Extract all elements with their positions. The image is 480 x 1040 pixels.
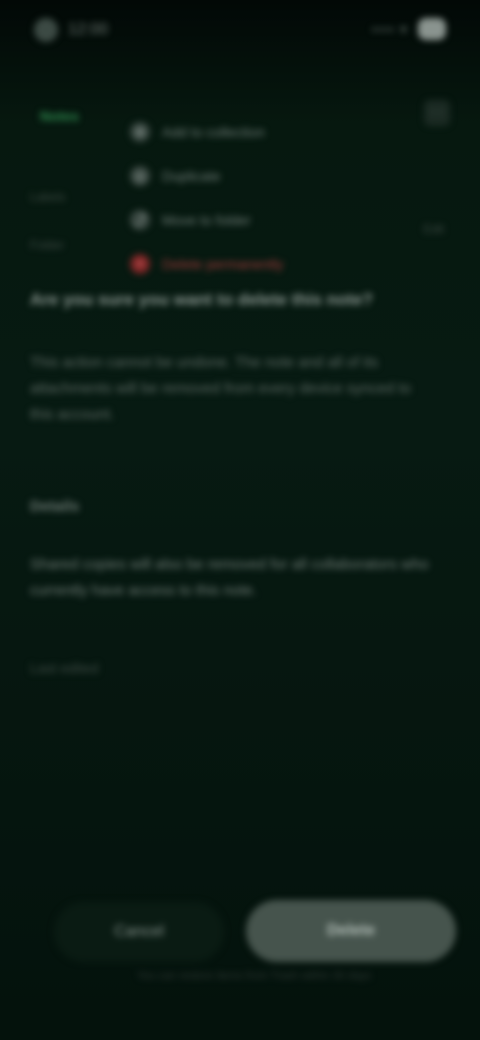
blurred-content: 12:00 •••• ▾ Notes Labels Folder ⋯ Edit … [0, 0, 480, 1040]
profile-icon [34, 18, 58, 42]
duplicate-icon: ◎ [130, 166, 150, 186]
status-bar: 12:00 •••• ▾ [0, 10, 480, 46]
menu-item-label: Delete permanently [162, 256, 284, 272]
menu-item-label: Add to collection [162, 124, 265, 140]
signal-icon: •••• ▾ [371, 20, 408, 37]
confirm-button[interactable]: Delete [246, 900, 456, 962]
menu-item-add-to-collection[interactable]: ⊕ Add to collection [130, 110, 370, 154]
cancel-button[interactable]: Cancel [54, 902, 224, 962]
dialog-body: This action cannot be undone. The note a… [30, 354, 411, 423]
context-menu: ⊕ Add to collection ◎ Duplicate ⤴ Move t… [130, 110, 370, 286]
footer-label: Last edited [30, 660, 99, 676]
menu-item-move[interactable]: ⤴ Move to folder [130, 198, 370, 242]
move-icon: ⤴ [130, 210, 150, 230]
header-row: Notes Labels Folder ⋯ Edit ⊕ Add to coll… [30, 100, 450, 280]
delete-icon: ✕ [130, 254, 150, 274]
bottom-hint: You can restore items from Trash within … [136, 970, 372, 982]
more-icon[interactable]: ⋯ [424, 100, 450, 126]
side-label-folder: Folder [30, 238, 65, 252]
menu-item-label: Duplicate [162, 168, 221, 184]
battery-icon [418, 18, 446, 40]
app-label: Notes [40, 108, 79, 124]
side-labels: Labels Folder [30, 190, 110, 286]
dialog-title: Are you sure you want to delete this not… [30, 290, 373, 309]
section-label: Details [30, 498, 80, 515]
status-left: 12:00 [34, 18, 108, 42]
edit-link[interactable]: Edit [423, 222, 444, 236]
screen: 12:00 •••• ▾ Notes Labels Folder ⋯ Edit … [0, 0, 480, 1040]
side-label-labels: Labels [30, 190, 66, 204]
status-right: •••• ▾ [371, 18, 446, 40]
menu-item-duplicate[interactable]: ◎ Duplicate [130, 154, 370, 198]
details-text: Shared copies will also be removed for a… [30, 556, 429, 599]
menu-item-label: Move to folder [162, 212, 251, 228]
menu-item-delete[interactable]: ✕ Delete permanently [130, 242, 370, 286]
status-time: 12:00 [68, 21, 109, 38]
action-bar: Cancel Delete You can restore items from… [24, 888, 456, 982]
add-icon: ⊕ [130, 122, 150, 142]
